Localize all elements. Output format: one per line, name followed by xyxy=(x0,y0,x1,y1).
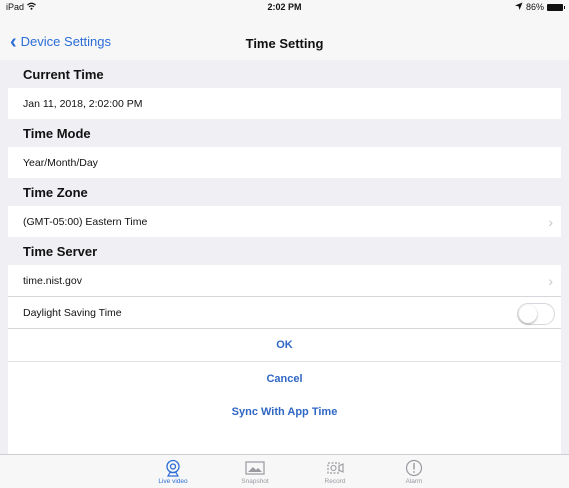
tab-label: Alarm xyxy=(405,478,423,485)
status-bar: iPad 2:02 PM 86% xyxy=(0,0,569,14)
cancel-button[interactable]: Cancel xyxy=(8,362,561,395)
tab-label: Live video xyxy=(158,478,188,485)
section-header-time-server: Time Server xyxy=(8,237,561,265)
alert-icon xyxy=(384,458,444,478)
toggle-knob xyxy=(519,305,537,323)
ok-button[interactable]: OK xyxy=(8,329,561,362)
time-server-row[interactable]: time.nist.gov › xyxy=(8,265,561,296)
current-time-value: Jan 11, 2018, 2:02:00 PM xyxy=(23,97,143,110)
tab-live-video[interactable]: Live video xyxy=(143,458,203,485)
battery-percent: 86% xyxy=(525,2,544,12)
section-header-time-mode: Time Mode xyxy=(8,119,561,147)
location-arrow-icon xyxy=(514,2,523,12)
battery-icon xyxy=(547,3,565,11)
section-header-current-time: Current Time xyxy=(8,60,561,88)
settings-list: Current Time Jan 11, 2018, 2:02:00 PM Ti… xyxy=(8,60,561,454)
time-zone-row[interactable]: (GMT-05:00) Eastern Time › xyxy=(8,206,561,237)
section-header-time-zone: Time Zone xyxy=(8,178,561,206)
daylight-saving-label: Daylight Saving Time xyxy=(23,306,122,319)
daylight-saving-row: Daylight Saving Time xyxy=(8,296,561,329)
tab-label: Record xyxy=(324,478,346,485)
video-record-icon xyxy=(305,458,365,478)
daylight-saving-toggle[interactable] xyxy=(517,303,555,325)
page-title: Time Setting xyxy=(245,36,324,51)
tab-bar: Live video Snapshot Record Alarm xyxy=(0,454,569,488)
current-time-row: Jan 11, 2018, 2:02:00 PM xyxy=(8,88,561,119)
status-right: 86% xyxy=(514,2,565,12)
tab-snapshot[interactable]: Snapshot xyxy=(225,458,285,485)
time-zone-value: (GMT-05:00) Eastern Time xyxy=(23,215,148,228)
time-mode-value: Year/Month/Day xyxy=(23,156,98,169)
status-time: 2:02 PM xyxy=(267,2,302,12)
chevron-right-icon: › xyxy=(548,272,553,289)
image-icon xyxy=(225,458,285,478)
camera-icon xyxy=(143,458,203,478)
navigation-bar: ‹ Device Settings Time Setting xyxy=(0,14,569,60)
tab-label: Snapshot xyxy=(241,478,269,485)
sync-with-app-time-button[interactable]: Sync With App Time xyxy=(8,395,561,428)
tab-alarm[interactable]: Alarm xyxy=(384,458,444,485)
time-server-value: time.nist.gov xyxy=(23,274,82,287)
time-mode-row[interactable]: Year/Month/Day xyxy=(8,147,561,178)
chevron-right-icon: › xyxy=(548,213,553,230)
tab-record[interactable]: Record xyxy=(305,458,365,485)
